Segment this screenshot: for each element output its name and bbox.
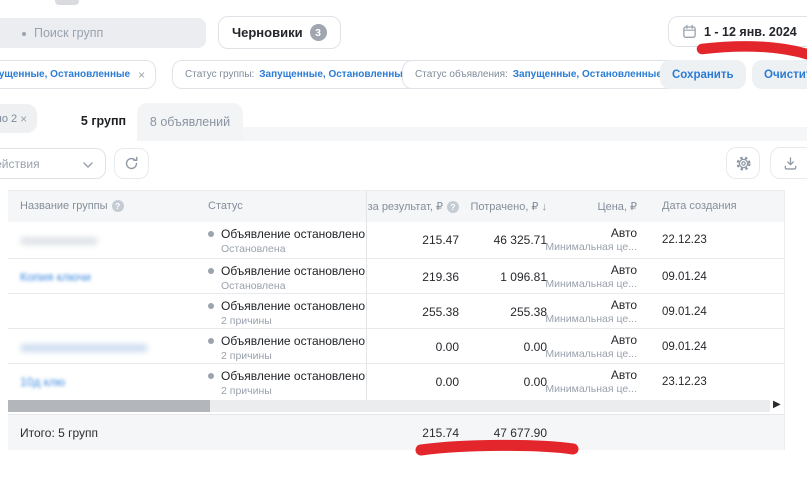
drafts-count-badge: 3	[310, 24, 327, 41]
window-artifact	[55, 0, 79, 5]
selected-count-chip[interactable]: Выбрано 2 ×	[0, 104, 37, 133]
filter-chip-value: Запущенные, Остановленные	[259, 69, 408, 80]
tab-ads[interactable]: 8 объявлений	[137, 103, 243, 141]
column-header-price[interactable]: Цена, ₽	[547, 200, 637, 213]
group-name-link[interactable]: 10д клю	[20, 375, 65, 389]
created-date-cell: 23.12.23	[662, 376, 707, 388]
status-dot	[208, 231, 214, 237]
frozen-columns-divider	[366, 191, 367, 400]
status-cell: Объявление остановленоОстановлена	[208, 227, 365, 255]
price-cell: АвтоМинимальная це...	[477, 226, 637, 253]
totals-label: Итого: 5 групп	[20, 426, 98, 440]
help-icon[interactable]: ?	[112, 200, 124, 212]
filter-chip-group-status[interactable]: Статус группы: Запущенные, Остановленные…	[172, 60, 434, 89]
filter-chip-campaign-status[interactable]: Запущенные, Остановленные ×	[0, 60, 156, 89]
table-header-row: Название группы ? Статус Цена за результ…	[8, 191, 784, 222]
refresh-icon	[124, 156, 139, 171]
created-date-cell: 09.01.24	[662, 306, 707, 318]
group-name-redacted	[20, 344, 148, 352]
search-placeholder: Поиск групп	[34, 26, 103, 40]
calendar-icon	[682, 24, 697, 39]
table-row[interactable]: 10д клю Объявление остановлено2 причины …	[8, 364, 784, 400]
marker-underline-date	[702, 46, 807, 57]
filter-chip-prefix: Статус группы:	[185, 69, 254, 80]
search-icon	[22, 32, 26, 36]
groups-table: Название группы ? Статус Цена за результ…	[8, 190, 785, 450]
tab-groups[interactable]: 5 групп	[70, 101, 137, 141]
scrollbar-thumb[interactable]	[8, 400, 210, 412]
table-footer-row: Итого: 5 групп 215.74 47 677.90	[8, 414, 784, 450]
filter-chip-ad-status[interactable]: Статус объявления: Запущенные, Остановле…	[402, 60, 688, 89]
price-cell: АвтоМинимальная це...	[477, 368, 637, 395]
status-dot	[208, 268, 214, 274]
status-dot	[208, 373, 214, 379]
status-cell: Объявление остановленоОстановлена	[208, 264, 365, 292]
drafts-label: Черновики	[232, 25, 303, 40]
tab-strip-background	[243, 127, 807, 141]
save-filters-button[interactable]: Сохранить	[660, 60, 746, 89]
close-icon[interactable]: ×	[138, 68, 145, 82]
group-name-link[interactable]: Копия ключи	[20, 270, 91, 284]
ads-manager-page: Поиск групп Черновики 3 1 - 12 янв. 2024…	[0, 0, 807, 487]
totals-spent: 47 677.90	[427, 426, 547, 440]
filter-chip-prefix: Статус объявления:	[415, 69, 508, 80]
drafts-button[interactable]: Черновики 3	[218, 16, 341, 49]
chevron-down-icon	[83, 162, 93, 168]
price-cell: АвтоМинимальная це...	[477, 263, 637, 290]
table-row[interactable]: Объявление остановлено2 причины 0.00 0.0…	[8, 329, 784, 364]
status-dot	[208, 338, 214, 344]
refresh-button[interactable]	[114, 148, 149, 179]
column-header-created[interactable]: Дата создания	[662, 200, 737, 212]
horizontal-scrollbar[interactable]	[8, 400, 770, 412]
download-icon	[783, 156, 798, 171]
group-name-redacted	[20, 237, 98, 245]
table-row[interactable]: Объявление остановлено2 причины 255.38 2…	[8, 294, 784, 329]
filter-chip-value: Запущенные, Остановленные	[0, 69, 130, 80]
price-cell: АвтоМинимальная це...	[477, 298, 637, 325]
filter-chip-value: Запущенные, Остановленные	[513, 69, 662, 80]
actions-dropdown-label: Действия	[0, 157, 40, 171]
created-date-cell: 09.01.24	[662, 341, 707, 353]
clear-filters-button[interactable]: Очистить	[752, 60, 807, 89]
table-row[interactable]: Копия ключи Объявление остановленоОстано…	[8, 259, 784, 294]
gear-icon	[735, 155, 752, 172]
actions-dropdown[interactable]: Действия	[0, 148, 106, 179]
status-cell: Объявление остановлено2 причины	[208, 299, 365, 327]
status-cell: Объявление остановлено2 причины	[208, 369, 365, 397]
table-row[interactable]: Объявление остановленоОстановлена 215.47…	[8, 222, 784, 259]
price-cell: АвтоМинимальная це...	[477, 333, 637, 360]
selected-count-label: Выбрано 2	[0, 113, 17, 125]
scroll-right-icon[interactable]: ▶	[773, 399, 781, 410]
settings-button[interactable]	[726, 147, 760, 179]
column-header-status: Статус	[208, 200, 243, 212]
date-range-picker[interactable]: 1 - 12 янв. 2024	[668, 16, 807, 47]
created-date-cell: 22.12.23	[662, 234, 707, 246]
search-input[interactable]: Поиск групп	[0, 18, 206, 48]
created-date-cell: 09.01.24	[662, 271, 707, 283]
date-range-value: 1 - 12 янв. 2024	[704, 25, 797, 39]
status-cell: Объявление остановлено2 причины	[208, 334, 365, 362]
status-dot	[208, 303, 214, 309]
export-button[interactable]	[770, 147, 807, 179]
close-icon[interactable]: ×	[20, 112, 27, 126]
column-header-spent[interactable]: Потрачено, ₽ ↓	[427, 200, 547, 213]
column-header-name: Название группы ?	[20, 200, 124, 212]
